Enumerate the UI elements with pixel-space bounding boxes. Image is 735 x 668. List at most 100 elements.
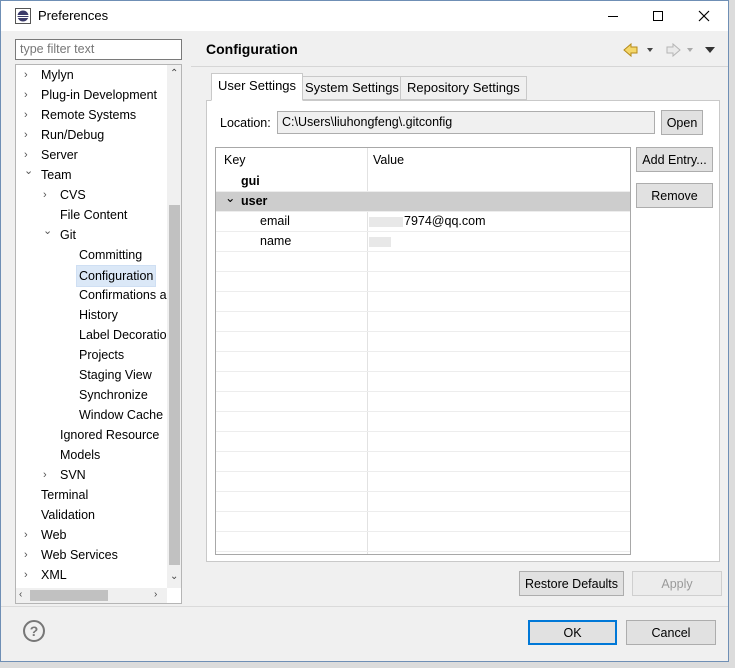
chevron-down-icon[interactable]: ⌄	[43, 221, 55, 241]
key-cell: gui	[241, 174, 260, 188]
tree-vertical-scrollbar[interactable]: ⌃ ⌄	[167, 65, 181, 588]
empty-table-row	[216, 432, 630, 452]
value-cell	[369, 234, 392, 248]
tab-repository-settings[interactable]: Repository Settings	[400, 76, 527, 100]
tree-item[interactable]: Window Cache	[16, 405, 166, 425]
back-arrow-icon[interactable]	[623, 42, 638, 58]
tree-item[interactable]: › Plug-in Development	[16, 85, 166, 105]
empty-table-row	[216, 412, 630, 432]
tree-item[interactable]: Label Decoratio	[16, 325, 167, 345]
redacted-mask	[369, 216, 403, 227]
empty-table-row	[216, 312, 630, 332]
table-row[interactable]: ⌄ user	[216, 190, 630, 212]
table-row[interactable]: gui	[216, 172, 630, 192]
back-dropdown-icon[interactable]	[647, 48, 653, 52]
tree-item[interactable]: ⌄ Team	[16, 165, 166, 185]
maximize-icon	[652, 11, 663, 21]
value-column-header[interactable]: Value	[373, 153, 404, 167]
scrollbar-thumb[interactable]	[30, 590, 108, 601]
tree-item[interactable]: Committing	[16, 245, 166, 265]
maximize-button[interactable]	[635, 1, 680, 31]
empty-table-row	[216, 472, 630, 492]
tree-item[interactable]: › Mylyn	[16, 65, 166, 85]
page-navigation	[623, 42, 715, 58]
tree-item[interactable]: Confirmations a	[16, 285, 167, 305]
view-menu-icon[interactable]	[705, 47, 715, 53]
chevron-down-icon[interactable]: ⌄	[225, 190, 235, 205]
tree-item-label: Confirmations a	[79, 288, 167, 302]
chevron-right-icon[interactable]: ›	[43, 185, 55, 205]
tree-item[interactable]: Validation	[16, 505, 166, 525]
minimize-button[interactable]	[590, 1, 635, 31]
tree-item[interactable]: Staging View	[16, 365, 166, 385]
chevron-down-icon[interactable]: ⌄	[24, 161, 36, 181]
chevron-right-icon[interactable]: ›	[24, 545, 36, 565]
tree-item[interactable]: Synchronize	[16, 385, 166, 405]
chevron-right-icon[interactable]: ›	[43, 465, 55, 485]
add-entry-button[interactable]: Add Entry...	[636, 147, 713, 172]
table-row[interactable]: name	[216, 232, 630, 252]
ok-button[interactable]: OK	[528, 620, 617, 645]
tree-item[interactable]: Configuration	[16, 265, 166, 287]
tab-system-settings[interactable]: System Settings	[298, 76, 406, 100]
tree-item[interactable]: Projects	[16, 345, 166, 365]
empty-table-row	[216, 272, 630, 292]
chevron-right-icon[interactable]: ›	[24, 565, 36, 585]
scroll-up-icon[interactable]: ⌃	[170, 68, 178, 79]
tree-item-label: Plug-in Development	[41, 88, 158, 102]
tree-item[interactable]: › Web	[16, 525, 166, 545]
forward-arrow-icon[interactable]	[666, 42, 681, 58]
scroll-left-icon[interactable]: ‹	[19, 589, 22, 600]
empty-table-row	[216, 552, 630, 554]
open-button[interactable]: Open	[661, 110, 703, 135]
tree-item[interactable]: › SVN	[16, 465, 166, 485]
tree-item[interactable]: › Web Services	[16, 545, 166, 565]
close-icon	[698, 10, 709, 22]
tree-item[interactable]: ⌄ Git	[16, 225, 166, 245]
scroll-down-icon[interactable]: ⌄	[170, 571, 178, 582]
tree-item-label: File Content	[60, 208, 128, 222]
tree-item[interactable]: › Run/Debug	[16, 125, 166, 145]
key-cell: name	[260, 234, 292, 248]
tree-item[interactable]: › Server	[16, 145, 166, 165]
tree-item[interactable]: History	[16, 305, 166, 325]
tree-item[interactable]: › CVS	[16, 185, 166, 205]
preferences-tree[interactable]: › Mylyn › Plug-in Development › Remote System…	[15, 64, 182, 604]
tree-item-label: Label Decoratio	[79, 328, 167, 342]
close-button[interactable]	[681, 1, 726, 31]
tree-horizontal-scrollbar[interactable]: ‹ ›	[16, 588, 167, 603]
chevron-right-icon[interactable]: ›	[24, 85, 36, 105]
restore-defaults-button[interactable]: Restore Defaults	[519, 571, 624, 596]
cancel-button[interactable]: Cancel	[626, 620, 716, 645]
key-column-header[interactable]: Key	[224, 153, 246, 167]
forward-dropdown-icon[interactable]	[687, 48, 693, 52]
location-field[interactable]: C:\Users\liuhongfeng\.gitconfig	[277, 111, 655, 134]
apply-button[interactable]: Apply	[632, 571, 722, 596]
tree-item[interactable]: › Remote Systems	[16, 105, 166, 125]
tree-item[interactable]: Ignored Resource	[16, 425, 166, 445]
empty-table-row	[216, 332, 630, 352]
tree-item[interactable]: File Content	[16, 205, 166, 225]
tab-user-settings[interactable]: User Settings	[211, 73, 304, 101]
help-icon[interactable]: ?	[23, 620, 45, 642]
scrollbar-thumb[interactable]	[169, 205, 180, 565]
table-row[interactable]: email 7974@qq.com	[216, 212, 630, 232]
page-title: Configuration	[206, 41, 298, 57]
chevron-right-icon[interactable]: ›	[24, 65, 36, 85]
chevron-right-icon[interactable]: ›	[24, 105, 36, 125]
tree-item[interactable]: Terminal	[16, 485, 166, 505]
tree-item-label: History	[79, 308, 118, 322]
tree-item-label: Configuration	[76, 265, 157, 287]
header-separator	[191, 66, 728, 67]
tree-item[interactable]: › XML	[16, 565, 166, 585]
filter-input[interactable]: type filter text	[15, 39, 182, 60]
tree-item-label: XML	[41, 568, 67, 582]
tree-item[interactable]: Models	[16, 445, 166, 465]
tree-item-label: Server	[41, 148, 78, 162]
remove-button[interactable]: Remove	[636, 183, 713, 208]
chevron-right-icon[interactable]: ›	[24, 125, 36, 145]
scroll-right-icon[interactable]: ›	[154, 589, 157, 600]
config-table[interactable]: Key Value gui ⌄ user email 7974@qq.com name	[215, 147, 631, 555]
table-header: Key Value	[216, 148, 630, 172]
chevron-right-icon[interactable]: ›	[24, 525, 36, 545]
